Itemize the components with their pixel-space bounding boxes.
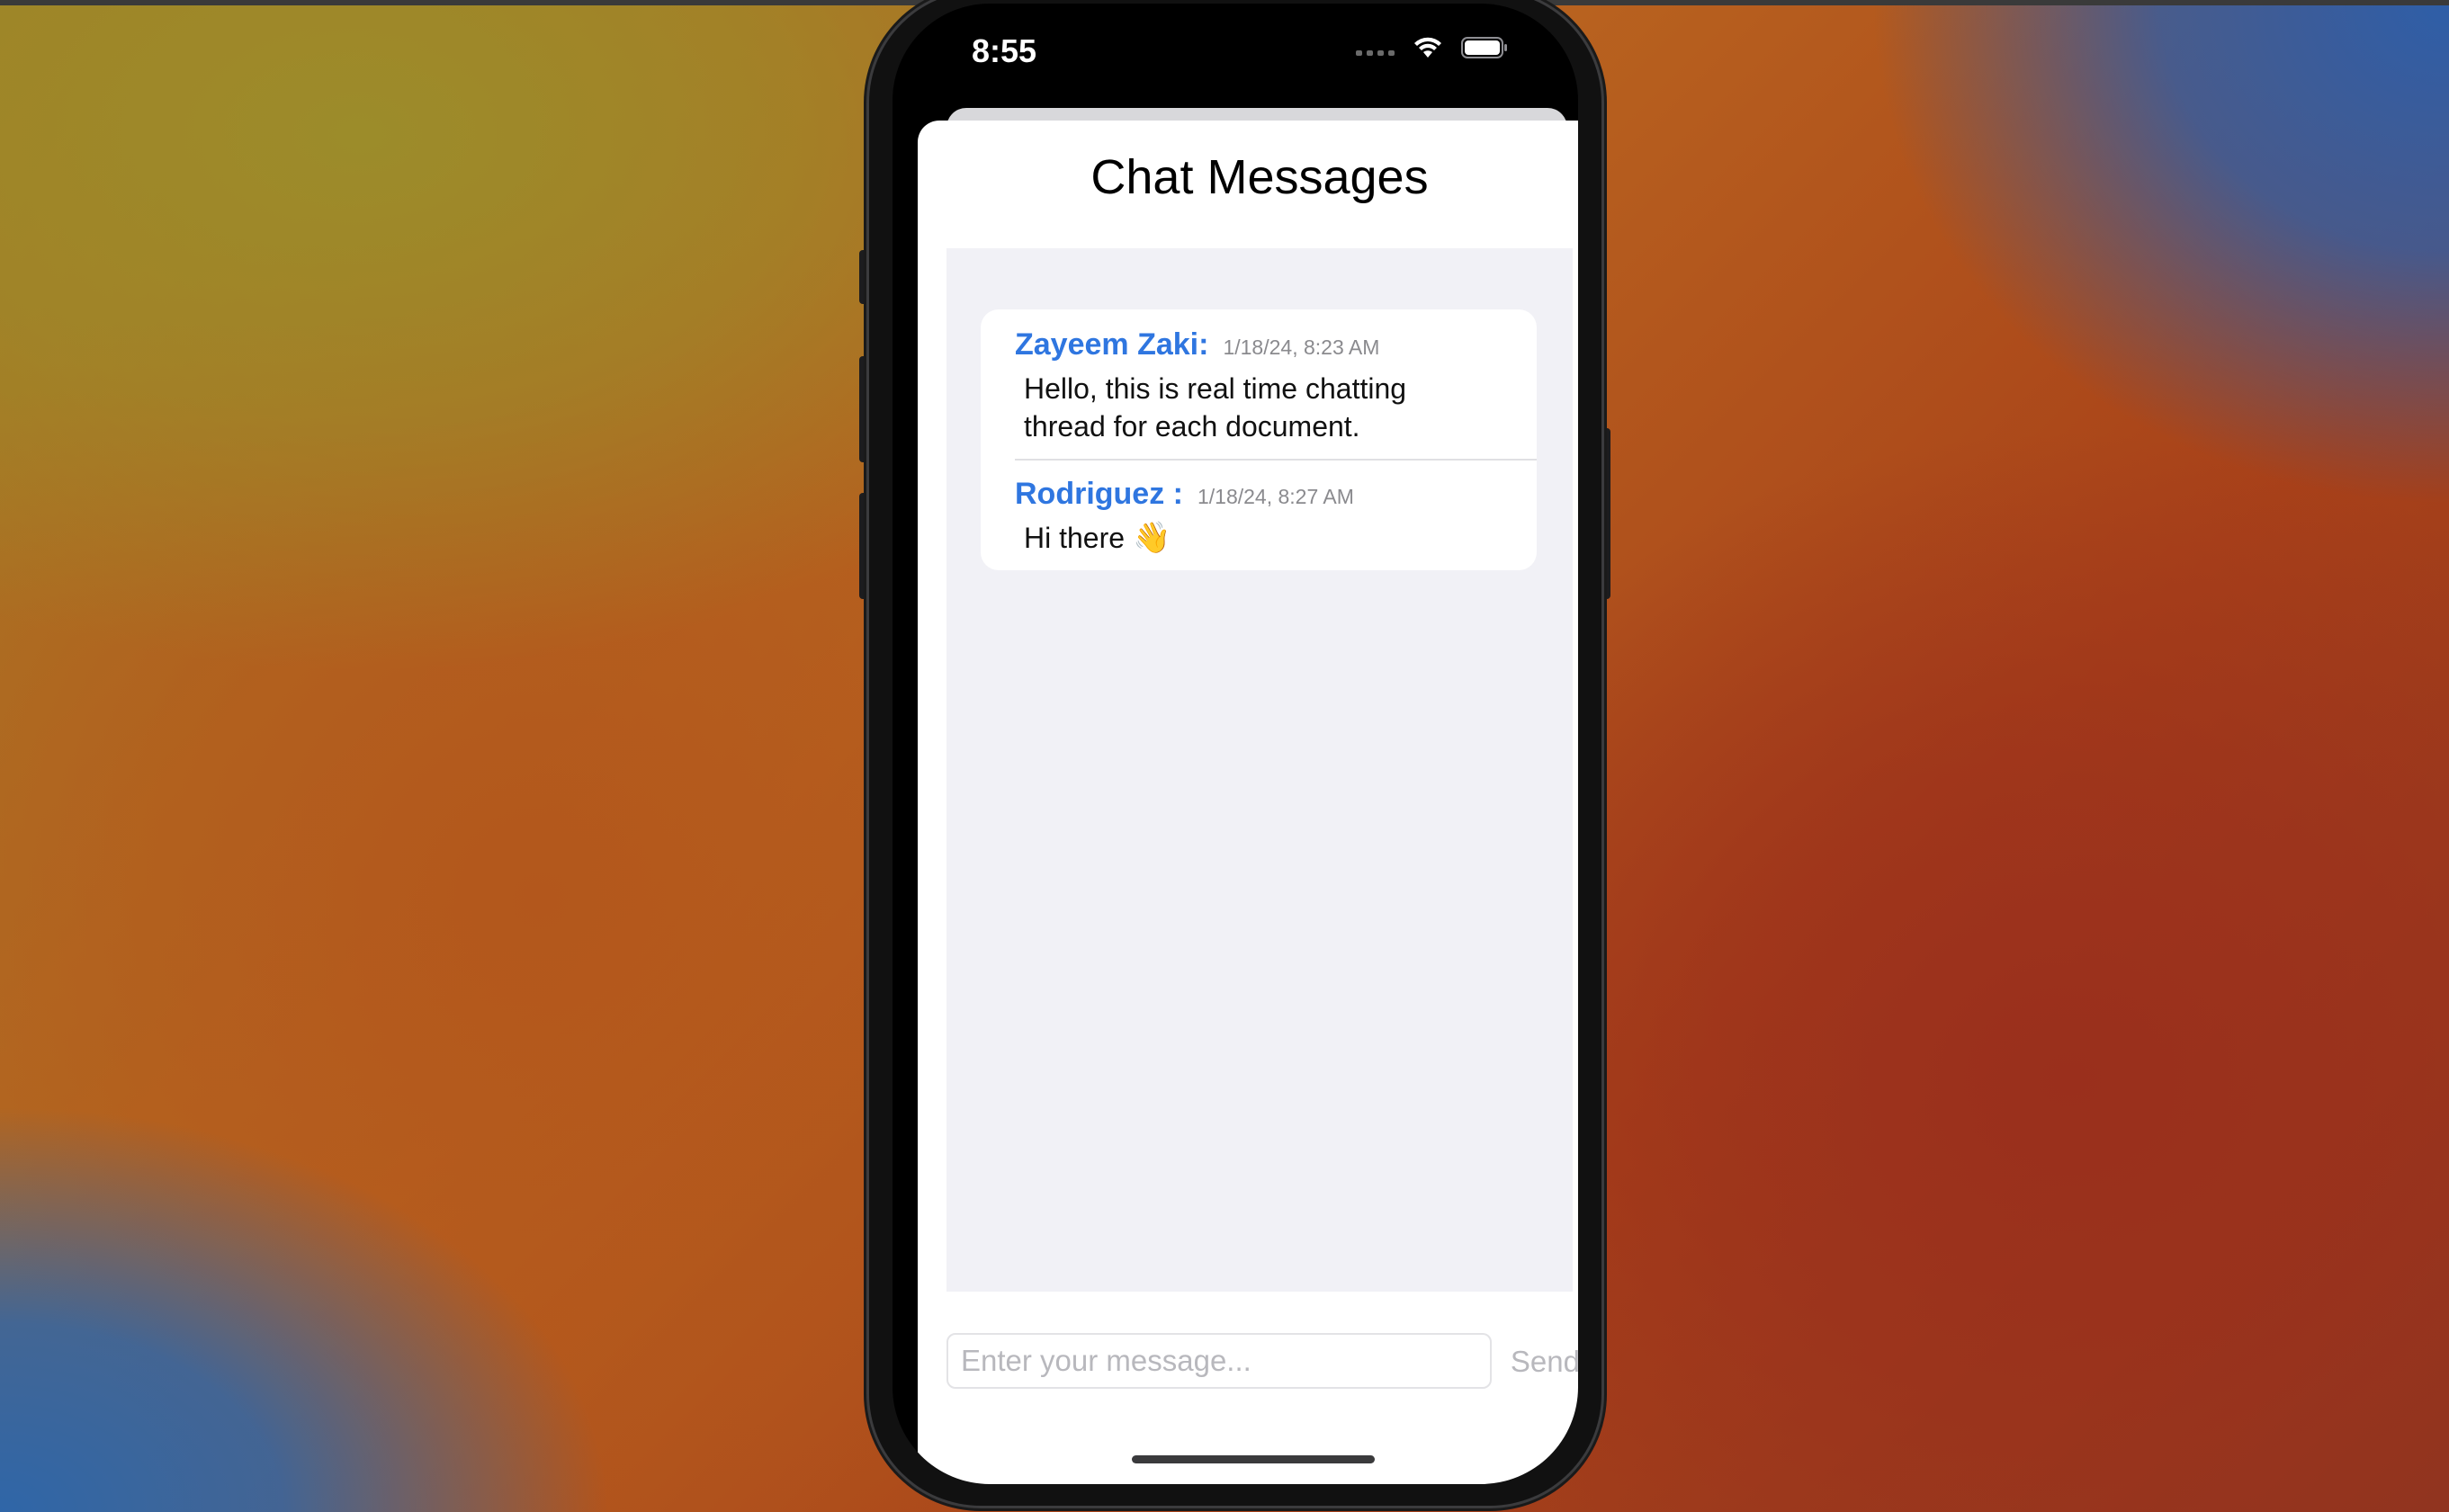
message-input[interactable] — [946, 1333, 1492, 1389]
chat-thread[interactable]: Zayeem Zaki: 1/18/24, 8:23 AM Hello, thi… — [946, 248, 1573, 1292]
battery-icon — [1461, 37, 1507, 58]
cellular-signal-icon — [1356, 50, 1395, 56]
message-timestamp: 1/18/24, 8:23 AM — [1223, 336, 1380, 359]
status-icons — [1356, 36, 1508, 59]
phone-screen: 8:55 Chat Messages Zayeem Zaki: 1/18/24,… — [893, 4, 1578, 1484]
message-text: Hello, this is real time chatting thread… — [1024, 372, 1407, 443]
message-sender: Rodriguez : — [1015, 477, 1183, 511]
chat-sheet: Chat Messages Zayeem Zaki: 1/18/24, 8:23… — [918, 121, 1578, 1484]
volume-down-button — [859, 493, 868, 599]
mute-switch — [859, 250, 868, 304]
send-button[interactable]: Send — [1499, 1335, 1578, 1389]
power-button — [1601, 428, 1610, 599]
home-indicator[interactable] — [1132, 1455, 1375, 1463]
message-timestamp: 1/18/24, 8:27 AM — [1197, 485, 1354, 508]
message-divider — [1015, 459, 1537, 461]
messages-card: Zayeem Zaki: 1/18/24, 8:23 AM Hello, thi… — [981, 309, 1537, 570]
message-sender: Zayeem Zaki: — [1015, 327, 1209, 362]
status-time: 8:55 — [972, 32, 1037, 69]
message-item: Rodriguez : 1/18/24, 8:27 AM Hi there 👋 — [1015, 477, 1492, 557]
page-title: Chat Messages — [1090, 150, 1429, 204]
message-text: Hi there — [1024, 522, 1126, 554]
wifi-icon — [1414, 37, 1441, 58]
waving-hand-emoji: 👋 — [1132, 521, 1171, 555]
volume-up-button — [859, 356, 868, 462]
message-item: Zayeem Zaki: 1/18/24, 8:23 AM Hello, thi… — [1015, 327, 1492, 445]
phone-frame: 8:55 Chat Messages Zayeem Zaki: 1/18/24,… — [869, 0, 1601, 1506]
